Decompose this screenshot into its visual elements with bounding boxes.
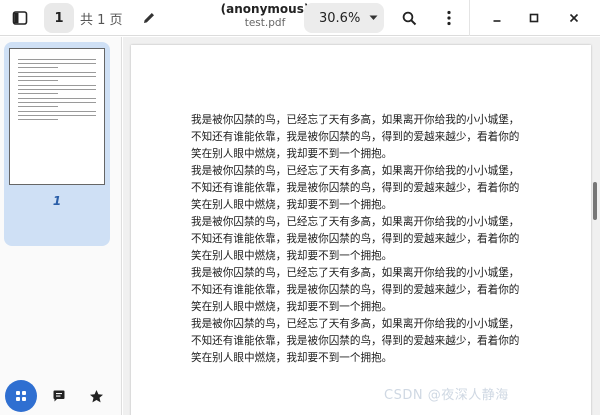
text-line: 笑在别人眼中燃烧，我却要不到一个拥抱。 (191, 250, 393, 262)
thumbnail-page-preview (9, 48, 105, 185)
text-line: 笑在别人眼中燃烧，我却要不到一个拥抱。 (191, 148, 393, 160)
text-line: 不知还有谁能依靠，我是被你囚禁的鸟，得到的爱越来越少，看着你的 (191, 284, 520, 296)
thumbnail-text-line (18, 106, 58, 107)
text-line: 不知还有谁能依靠，我是被你囚禁的鸟，得到的爱越来越少，看着你的 (191, 335, 520, 347)
search-button[interactable] (396, 3, 422, 33)
text-line: 我是被你囚禁的鸟，已经忘了天有多高，如果离开你给我的小小城堡， (191, 165, 520, 177)
thumbnail-text-line (18, 63, 96, 64)
thumbnail-text-line (18, 115, 96, 116)
caret-down-icon (369, 15, 378, 20)
header-divider (469, 0, 470, 36)
maximize-button[interactable] (521, 3, 547, 33)
annotations-mode-button[interactable] (43, 380, 75, 412)
page-thumbnail[interactable]: 1 (4, 42, 110, 246)
page-number-input[interactable]: 1 (44, 3, 74, 33)
grid-icon (16, 391, 26, 401)
maximize-icon (529, 13, 539, 23)
sidebar-toggle-button[interactable] (5, 3, 35, 33)
search-icon (402, 11, 416, 25)
zoom-dropdown[interactable]: 30.6% (304, 3, 384, 33)
text-line: 笑在别人眼中燃烧，我却要不到一个拥抱。 (191, 199, 393, 211)
minimize-button[interactable] (484, 3, 510, 33)
thumbnail-text-line (18, 80, 58, 81)
star-icon (89, 389, 103, 402)
annotate-button[interactable] (136, 3, 162, 33)
watermark: CSDN @夜深人静海 (384, 388, 509, 403)
thumbnails-mode-button[interactable] (5, 380, 37, 412)
kebab-menu-icon (447, 10, 451, 26)
pencil-icon (144, 13, 154, 23)
page-text: 我是被你囚禁的鸟，已经忘了天有多高，如果离开你给我的小小城堡， 不知还有谁能依靠，… (191, 112, 551, 367)
close-button[interactable] (561, 3, 587, 33)
main-menu-button[interactable] (436, 3, 462, 33)
sidebar-toggle-icon (12, 11, 28, 25)
minimize-icon (493, 20, 501, 22)
text-line: 不知还有谁能依靠，我是被你囚禁的鸟，得到的爱越来越少，看着你的 (191, 131, 520, 143)
thumbnail-text-line (18, 119, 58, 120)
document-page: 我是被你囚禁的鸟，已经忘了天有多高，如果离开你给我的小小城堡， 不知还有谁能依靠，… (131, 45, 591, 415)
thumbnail-text-line (18, 102, 96, 103)
bookmarks-mode-button[interactable] (80, 380, 112, 412)
text-line: 笑在别人眼中燃烧，我却要不到一个拥抱。 (191, 352, 393, 364)
thumbnail-page-label: 1 (52, 194, 62, 208)
comment-icon (53, 390, 65, 402)
sidebar-mode-switcher (0, 377, 122, 415)
text-line: 我是被你囚禁的鸟，已经忘了天有多高，如果离开你给我的小小城堡， (191, 114, 520, 126)
sidebar: 1 (0, 37, 122, 415)
text-line: 我是被你囚禁的鸟，已经忘了天有多高，如果离开你给我的小小城堡， (191, 318, 520, 330)
thumbnail-text-line (18, 98, 96, 99)
scrollbar-indicator[interactable] (593, 182, 597, 220)
close-icon (569, 13, 579, 23)
thumbnail-text-line (18, 111, 96, 112)
text-line: 不知还有谁能依靠，我是被你囚禁的鸟，得到的爱越来越少，看着你的 (191, 233, 520, 245)
thumbnail-text-line (18, 72, 96, 73)
text-line: 不知还有谁能依靠，我是被你囚禁的鸟，得到的爱越来越少，看着你的 (191, 182, 520, 194)
thumbnail-text-line (18, 76, 96, 77)
thumbnail-text-line (18, 85, 96, 86)
text-line: 笑在别人眼中燃烧，我却要不到一个拥抱。 (191, 301, 393, 313)
text-line: 我是被你囚禁的鸟，已经忘了天有多高，如果离开你给我的小小城堡， (191, 267, 520, 279)
thumbnail-text-line (18, 89, 96, 90)
thumbnail-text-line (18, 67, 58, 68)
text-line: 我是被你囚禁的鸟，已经忘了天有多高，如果离开你给我的小小城堡， (191, 216, 520, 228)
thumbnail-text-line (18, 59, 96, 60)
zoom-level: 30.6% (319, 10, 361, 26)
document-view[interactable]: 我是被你囚禁的鸟，已经忘了天有多高，如果离开你给我的小小城堡， 不知还有谁能依靠，… (123, 37, 600, 415)
page-total-label: 共 1 页 (80, 13, 122, 28)
header-bar: 1 共 1 页 (anonymous) test.pdf 30.6% (0, 0, 600, 36)
thumbnail-text-line (18, 93, 58, 94)
